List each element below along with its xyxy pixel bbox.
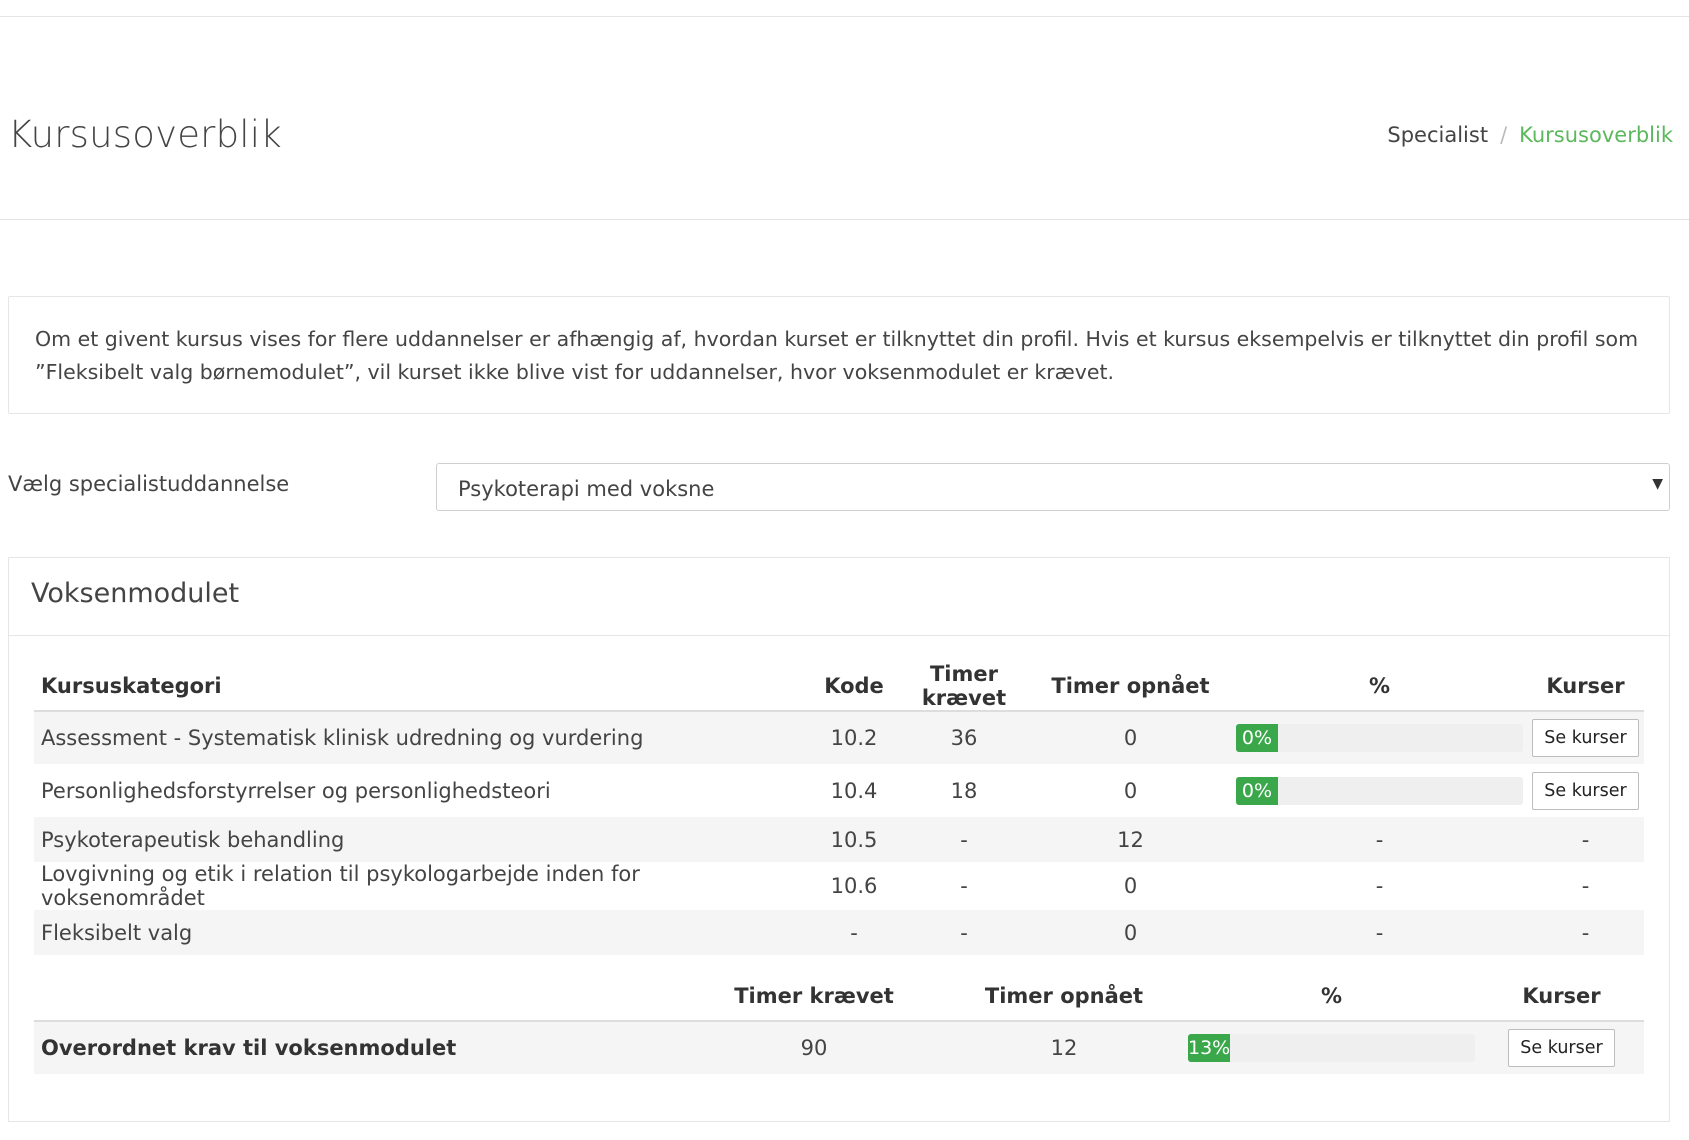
breadcrumb: Specialist / Kursusoverblik (1387, 123, 1673, 147)
info-box: Om et givent kursus vises for flere udda… (8, 296, 1670, 414)
table-row: Psykoterapeutisk behandling 10.5 - 12 - … (34, 817, 1644, 862)
page-title: Kursusoverblik (8, 113, 282, 156)
category-name: Fleksibelt valg (34, 910, 809, 955)
courses-cell: - (1527, 817, 1644, 862)
breadcrumb-separator: / (1500, 123, 1508, 147)
percent-cell: - (1232, 910, 1527, 955)
summary-column-header-percent: % (1184, 972, 1479, 1022)
category-name: Lovgivning og etik i relation til psykol… (41, 862, 640, 910)
caret-down-icon: ▼ (1652, 476, 1663, 492)
progress-fill: 0% (1236, 776, 1278, 805)
module-title: Voksenmodulet (31, 578, 240, 609)
category-code: 10.6 (830, 874, 878, 898)
hours-required: - (899, 817, 1029, 862)
breadcrumb-item-current: Kursusoverblik (1519, 123, 1673, 147)
category-code: 10.5 (809, 817, 899, 862)
column-header-percent: % (1232, 662, 1527, 712)
module-summary-table: Timer krævet Timer opnået % Kurser Overo… (34, 972, 1644, 1074)
course-category-table: Kursuskategori Kode Timer krævet Timer o… (34, 662, 1644, 955)
breadcrumb-item-specialist[interactable]: Specialist (1387, 123, 1488, 147)
column-header-hours-achieved: Timer opnået (1029, 662, 1232, 712)
progress-fill: 0% (1236, 724, 1278, 752)
column-header-hours-required: Timer krævet (899, 662, 1029, 712)
summary-courses-cell: Se kurser (1479, 1021, 1644, 1074)
percent-cell: 0% (1232, 764, 1527, 817)
courses-cell: Se kurser (1527, 711, 1644, 764)
category-code: 10.2 (809, 711, 899, 764)
progress-bar: 13% (1188, 1034, 1475, 1062)
page-header: Kursusoverblik Specialist / Kursusoverblik (0, 17, 1689, 220)
hours-required: 36 (899, 711, 1029, 764)
column-header-code: Kode (809, 662, 899, 712)
specialization-select-value: Psykoterapi med voksne (458, 477, 715, 501)
module-panel-header: Voksenmodulet (9, 558, 1669, 636)
table-row: Personlighedsforstyrrelser og personligh… (34, 764, 1644, 817)
table-row: Lovgivning og etik i relation til psykol… (34, 862, 1644, 910)
summary-column-header-courses: Kurser (1479, 972, 1644, 1022)
table-row: Assessment - Systematisk klinisk udredni… (34, 711, 1644, 764)
hours-achieved: 0 (1123, 874, 1138, 898)
hours-achieved: 12 (1029, 817, 1232, 862)
column-header-courses: Kurser (1527, 662, 1644, 712)
see-courses-button[interactable]: Se kurser (1532, 771, 1639, 810)
summary-hours-required: 90 (684, 1021, 944, 1074)
courses-cell: Se kurser (1527, 764, 1644, 817)
progress-bar: 0% (1236, 776, 1523, 805)
courses-cell: - (1527, 910, 1644, 955)
info-text: Om et givent kursus vises for flere udda… (35, 327, 1639, 384)
percent-cell: 0% (1232, 711, 1527, 764)
summary-hours-achieved: 12 (944, 1021, 1184, 1074)
summary-header-row: Timer krævet Timer opnået % Kurser (34, 972, 1644, 1022)
category-code: - (809, 910, 899, 955)
hours-achieved: 0 (1123, 778, 1138, 803)
see-courses-button[interactable]: Se kurser (1532, 719, 1639, 757)
hours-required: - (899, 910, 1029, 955)
progress-fill: 13% (1188, 1034, 1230, 1062)
category-name: Psykoterapeutisk behandling (34, 817, 809, 862)
hours-required: - (960, 874, 968, 898)
category-name: Assessment - Systematisk klinisk udredni… (34, 711, 809, 764)
column-header-category: Kursuskategori (34, 662, 809, 712)
summary-row: Overordnet krav til voksenmodulet 90 12 … (34, 1021, 1644, 1074)
progress-bar: 0% (1236, 724, 1523, 752)
table-row: Fleksibelt valg - - 0 - - (34, 910, 1644, 955)
summary-column-header-hours-achieved: Timer opnået (944, 972, 1184, 1022)
category-name: Personlighedsforstyrrelser og personligh… (41, 778, 551, 803)
summary-percent-cell: 13% (1184, 1021, 1479, 1074)
specialization-select-label: Vælg specialistuddannelse (8, 472, 290, 496)
hours-achieved: 0 (1029, 711, 1232, 764)
summary-column-header-blank (34, 972, 684, 1022)
hours-required: 18 (950, 778, 978, 803)
table-header-row: Kursuskategori Kode Timer krævet Timer o… (34, 662, 1644, 712)
summary-label: Overordnet krav til voksenmodulet (34, 1021, 684, 1074)
hours-achieved: 0 (1029, 910, 1232, 955)
percent-cell: - (1232, 817, 1527, 862)
specialization-select[interactable]: Psykoterapi med voksne ▼ (436, 463, 1670, 511)
percent-cell: - (1375, 874, 1384, 898)
courses-cell: - (1581, 874, 1590, 898)
see-courses-button[interactable]: Se kurser (1508, 1029, 1615, 1067)
summary-column-header-hours-required: Timer krævet (684, 972, 944, 1022)
category-code: 10.4 (830, 778, 878, 803)
